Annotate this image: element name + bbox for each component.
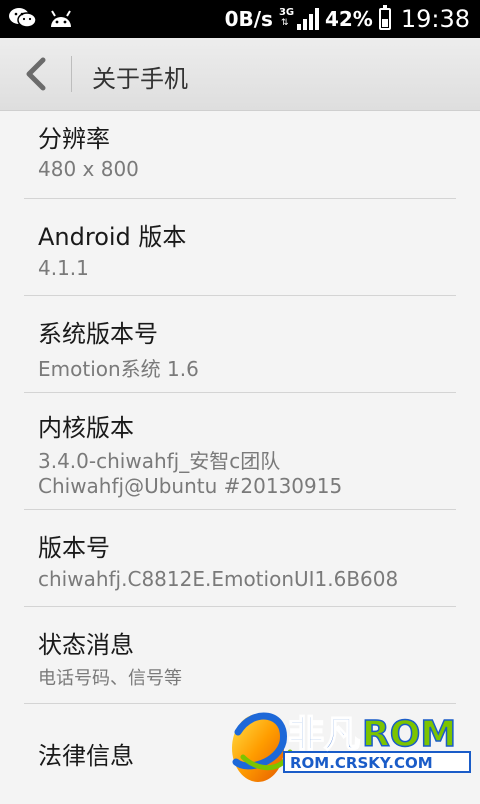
item-title: 状态消息: [38, 631, 134, 659]
back-button[interactable]: [12, 52, 60, 96]
item-value: Emotion系统 1.6: [38, 357, 199, 381]
battery-percent: 42%: [324, 7, 373, 31]
list-item-kernel-version[interactable]: 内核版本 3.4.0-chiwahfj_安智c团队 Chiwahfj@Ubunt…: [24, 393, 456, 510]
status-bar: 0B/s 3G ⇅ 42% 19:38: [0, 0, 480, 38]
item-value-secondary: Chiwahfj@Ubuntu #20130915: [38, 474, 343, 498]
wechat-icon: [9, 8, 37, 28]
signal-icon: 3G ⇅: [279, 6, 319, 32]
watermark-brand-en: ROM: [362, 714, 456, 755]
item-title: 分辨率: [38, 125, 110, 153]
item-value: chiwahfj.C8812E.EmotionUI1.6B608: [38, 567, 399, 591]
list-item-android-version[interactable]: Android 版本 4.1.1: [24, 199, 456, 296]
item-value: 电话号码、信号等: [38, 668, 182, 689]
net-speed: 0B/s: [224, 7, 273, 31]
list-item-build-number[interactable]: 版本号 chiwahfj.C8812E.EmotionUI1.6B608: [24, 510, 456, 607]
about-list: 分辨率 480 x 800 Android 版本 4.1.1 系统版本号 Emo…: [0, 111, 480, 800]
watermark-logo: 非凡 ROM ROM.CRSKY.COM: [228, 702, 480, 800]
list-item-resolution[interactable]: 分辨率 480 x 800: [24, 111, 456, 199]
battery-icon: [378, 5, 391, 30]
page-title: 关于手机: [92, 65, 188, 93]
data-arrows-icon: ⇅: [280, 18, 289, 28]
item-title: Android 版本: [38, 223, 187, 251]
notification-icons: [8, 7, 74, 29]
chevron-left-icon: [26, 57, 46, 91]
item-title: 版本号: [38, 534, 110, 562]
item-value: 4.1.1: [38, 256, 89, 280]
network-type: 3G: [278, 7, 295, 18]
item-title: 法律信息: [38, 742, 134, 770]
list-item-system-version[interactable]: 系统版本号 Emotion系统 1.6: [24, 296, 456, 393]
watermark-brand-cn: 非凡: [288, 714, 360, 755]
item-title: 系统版本号: [38, 320, 158, 348]
list-item-status[interactable]: 状态消息 电话号码、信号等: [24, 607, 456, 704]
watermark-url: ROM.CRSKY.COM: [290, 754, 433, 772]
android-icon: [51, 10, 71, 27]
item-value: 3.4.0-chiwahfj_安智c团队: [38, 449, 281, 473]
header-divider: [71, 56, 72, 92]
status-right: 0B/s 3G ⇅ 42% 19:38: [225, 0, 470, 38]
action-bar: 关于手机: [0, 38, 480, 111]
item-value: 480 x 800: [38, 157, 139, 181]
clock: 19:38: [400, 5, 470, 33]
item-title: 内核版本: [38, 414, 134, 442]
crsky-logo-icon: 非凡 ROM ROM.CRSKY.COM: [232, 712, 471, 782]
